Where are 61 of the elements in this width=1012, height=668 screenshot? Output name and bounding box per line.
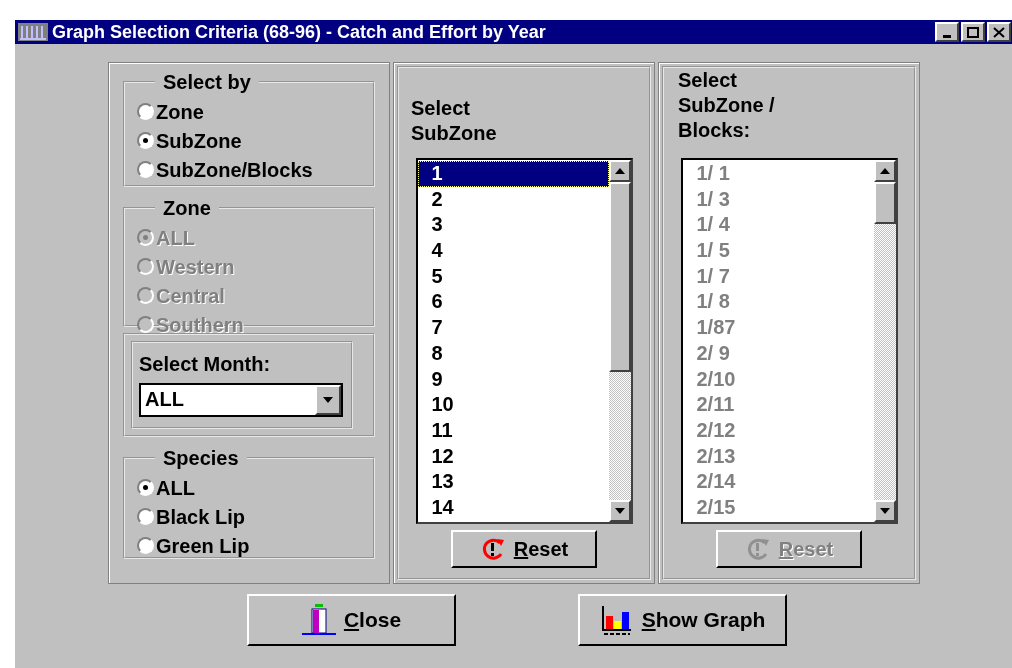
list-item[interactable]: 2: [417, 186, 609, 213]
dropdown-value: ALL: [144, 387, 185, 412]
radio-button[interactable]: [137, 132, 154, 149]
scroll-arrow-button[interactable]: [608, 160, 631, 182]
radio-button[interactable]: [137, 479, 154, 496]
list-item[interactable]: 12: [417, 443, 609, 470]
group-label: Select by: [162, 70, 252, 95]
radio-label: Southern: [156, 312, 244, 338]
close-icon: [993, 26, 1005, 38]
close-button[interactable]: Close: [247, 594, 456, 646]
radio-button[interactable]: [137, 161, 154, 178]
app-icon: [18, 22, 48, 42]
list-item[interactable]: 5: [417, 263, 609, 290]
scroll-thumb[interactable]: [608, 182, 631, 372]
list-item[interactable]: 11: [417, 417, 609, 444]
down-arrow-icon: [323, 397, 333, 403]
list-item[interactable]: 9: [417, 366, 609, 393]
maximize-icon: [967, 26, 979, 38]
list-item[interactable]: 13: [417, 469, 609, 495]
list-item[interactable]: 10: [417, 392, 609, 418]
minimize-icon: [943, 34, 951, 38]
show-graph-button[interactable]: Show Graph: [578, 594, 787, 646]
radio-label: SubZone/Blocks: [156, 157, 313, 183]
up-arrow-icon: [614, 168, 625, 174]
list-label: Select SubZone / Blocks:: [678, 68, 776, 143]
list-item[interactable]: 8: [417, 340, 609, 367]
bar-chart-icon: [599, 604, 634, 636]
up-arrow-icon: [879, 168, 890, 174]
scroll-arrow-button[interactable]: [608, 500, 631, 522]
radio-label: Central: [156, 283, 225, 309]
radio-button[interactable]: [137, 508, 154, 525]
group-label: Zone: [162, 196, 212, 221]
list-item[interactable]: 1: [417, 161, 609, 187]
radio-label: ALL: [156, 475, 195, 501]
window-title: Graph Selection Criteria (68-96) - Catch and Effort by Year: [52, 20, 547, 44]
month-dropdown[interactable]: ALL: [139, 383, 343, 417]
list-item[interactable]: 14: [417, 494, 609, 521]
down-arrow-icon: [614, 508, 625, 514]
radio-label: Western: [156, 254, 235, 280]
radio-label: ALL: [156, 225, 195, 251]
month-label: Select Month:: [139, 352, 272, 377]
radio-label: Zone: [156, 99, 204, 125]
group-label: Species: [162, 446, 240, 471]
radio-button[interactable]: [137, 103, 154, 120]
radio-label: Black Lip: [156, 504, 245, 530]
reset-button[interactable]: Reset: [451, 530, 597, 568]
radio-label: SubZone: [156, 128, 242, 154]
close-button[interactable]: [987, 22, 1011, 42]
exit-door-icon: [301, 604, 336, 636]
list-item[interactable]: 3: [417, 212, 609, 239]
radio-button[interactable]: [137, 537, 154, 554]
list-label: Select SubZone: [411, 96, 498, 146]
scrollbar[interactable]: [608, 160, 631, 522]
radio-label: Green Lip: [156, 533, 250, 559]
list-item[interactable]: 7: [417, 315, 609, 341]
minimize-button[interactable]: [935, 22, 959, 42]
list-item[interactable]: 4: [417, 238, 609, 264]
dropdown-arrow-button[interactable]: [315, 385, 341, 415]
down-arrow-icon: [879, 508, 890, 514]
list-item[interactable]: 6: [417, 289, 609, 316]
maximize-button[interactable]: [961, 22, 985, 42]
